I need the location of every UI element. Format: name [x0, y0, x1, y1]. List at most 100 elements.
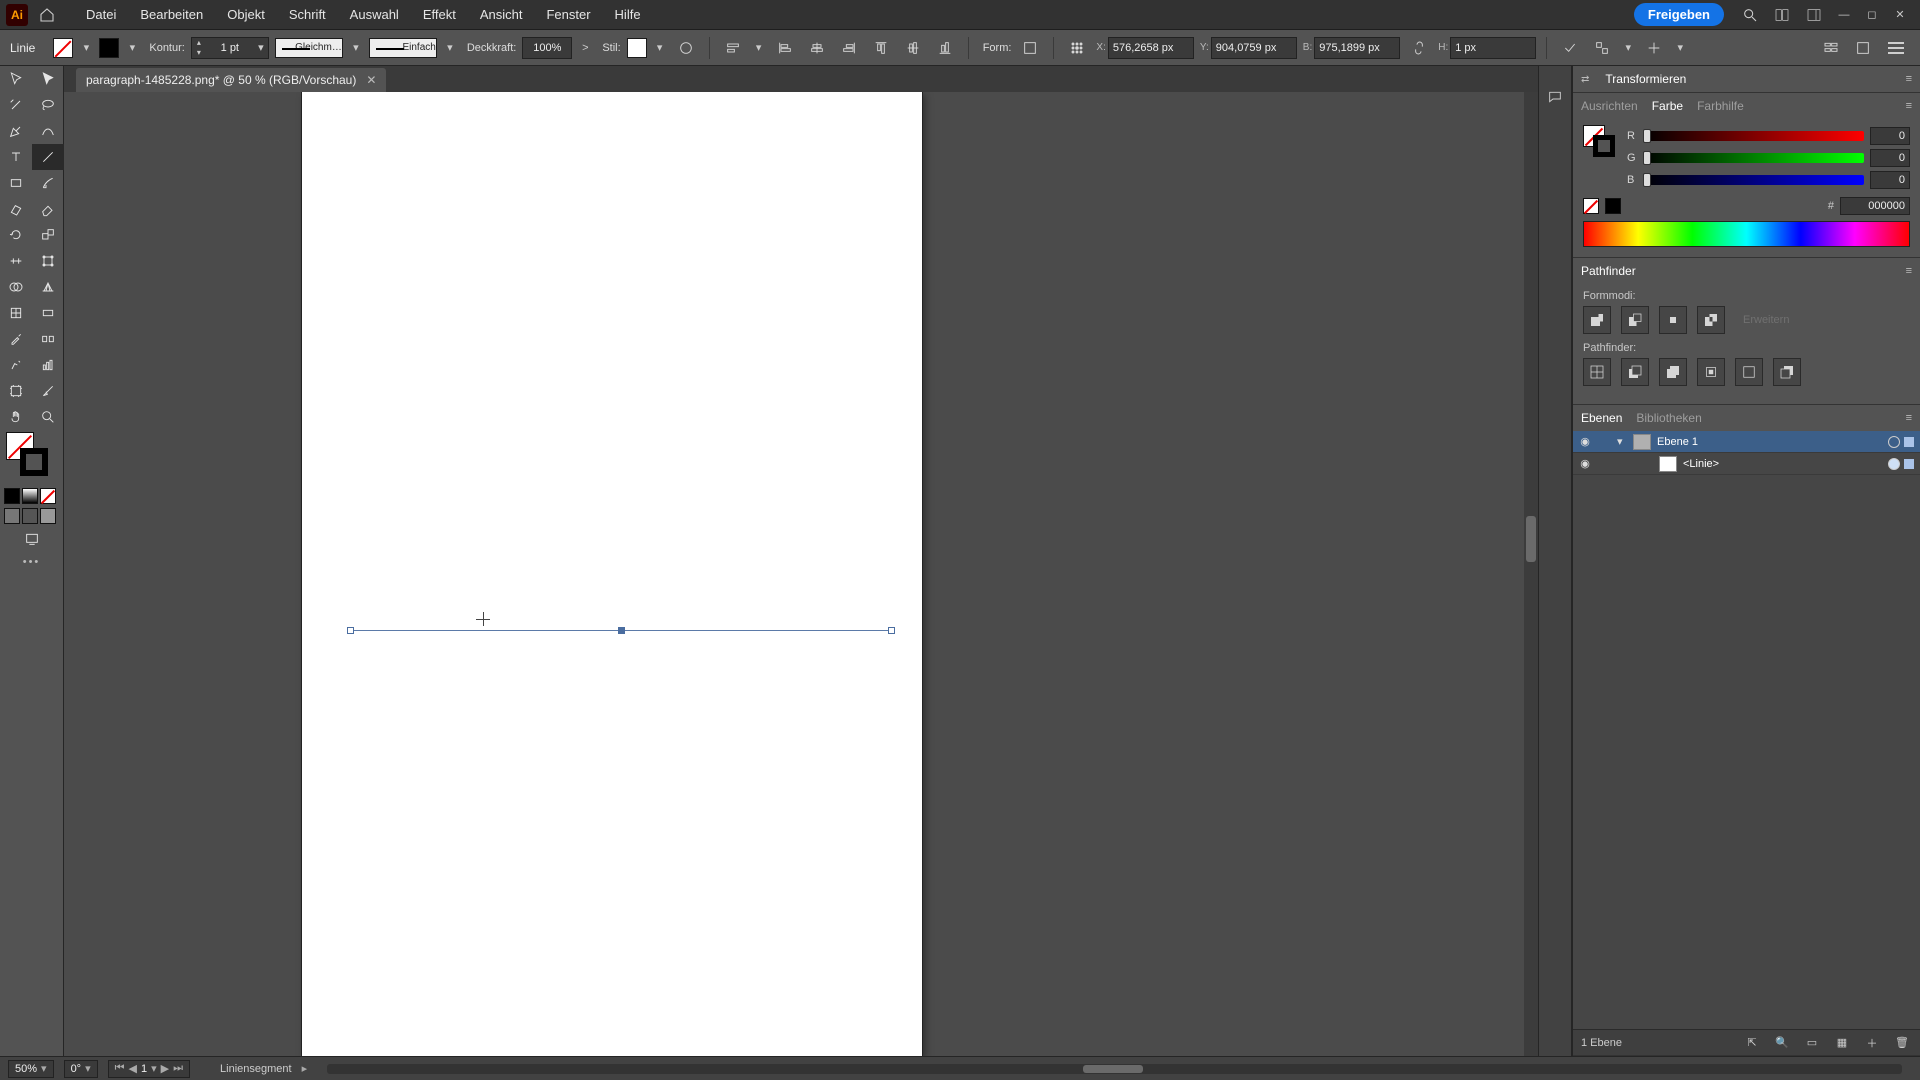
hand-tool[interactable]: [0, 404, 32, 430]
window-minimize-icon[interactable]: ―: [1830, 0, 1858, 29]
b-slider-knob[interactable]: [1643, 173, 1651, 187]
align-panel-icon[interactable]: [720, 35, 746, 61]
rotate-tool[interactable]: [0, 222, 32, 248]
color-mode-color[interactable]: [4, 488, 20, 504]
rotate-view-field[interactable]: 0°▾: [64, 1060, 98, 1078]
symbol-sprayer-tool[interactable]: [0, 352, 32, 378]
type-tool[interactable]: [0, 144, 32, 170]
menu-objekt[interactable]: Objekt: [215, 0, 277, 29]
lasso-tool[interactable]: [32, 92, 64, 118]
recolor-artwork-icon[interactable]: [673, 35, 699, 61]
comments-panel-icon[interactable]: [1542, 84, 1568, 110]
controlbar-menu-icon[interactable]: [1882, 36, 1910, 60]
menu-schrift[interactable]: Schrift: [277, 0, 338, 29]
color-none-swatch[interactable]: [1583, 198, 1599, 214]
link-wh-icon[interactable]: [1406, 35, 1432, 61]
fill-dropdown[interactable]: ▾: [79, 38, 93, 58]
pf-divide-button[interactable]: [1583, 358, 1611, 386]
document-tab-close-icon[interactable]: ✕: [366, 73, 376, 87]
column-graph-tool[interactable]: [32, 352, 64, 378]
layer-row-ebene-1[interactable]: ◉ ▾ Ebene 1: [1573, 431, 1920, 453]
blend-tool[interactable]: [32, 326, 64, 352]
edit-similar-icon[interactable]: [1589, 35, 1615, 61]
opacity-dropdown[interactable]: >: [578, 38, 592, 58]
x-input[interactable]: [1108, 37, 1194, 59]
object-visibility-toggle[interactable]: ◉: [1573, 457, 1597, 470]
width-tool[interactable]: [0, 248, 32, 274]
stroke-weight-dropdown[interactable]: ▾: [254, 38, 268, 58]
stroke-indicator[interactable]: [20, 448, 48, 476]
menu-effekt[interactable]: Effekt: [411, 0, 468, 29]
transform-panel-menu-icon[interactable]: ≡: [1906, 73, 1912, 85]
colorguide-tab[interactable]: Farbhilfe: [1697, 99, 1744, 113]
stroke-dropdown[interactable]: ▾: [125, 38, 139, 58]
arrange-icon[interactable]: [1850, 35, 1876, 61]
g-value-input[interactable]: [1870, 149, 1910, 167]
pf-unite-button[interactable]: [1583, 306, 1611, 334]
eraser-tool[interactable]: [32, 196, 64, 222]
stroke-weight-field[interactable]: ▴▾ ▾: [191, 37, 269, 59]
shaper-tool[interactable]: [0, 196, 32, 222]
align-left-icon[interactable]: [772, 35, 798, 61]
layer-name[interactable]: Ebene 1: [1657, 436, 1888, 448]
shape-builder-tool[interactable]: [0, 274, 32, 300]
align-top-icon[interactable]: [868, 35, 894, 61]
layers-locate-icon[interactable]: 🔍: [1772, 1033, 1792, 1053]
fill-swatch[interactable]: [53, 38, 73, 58]
variable-width-profile-dropdown[interactable]: ▾: [349, 38, 363, 58]
graphic-style-dropdown[interactable]: ▾: [653, 38, 667, 58]
perspective-grid-tool[interactable]: [32, 274, 64, 300]
opacity-input[interactable]: [523, 42, 571, 54]
pf-intersect-button[interactable]: [1659, 306, 1687, 334]
align-bottom-icon[interactable]: [932, 35, 958, 61]
stroke-weight-up[interactable]: ▴: [192, 38, 206, 48]
color-mode-none[interactable]: [40, 488, 56, 504]
align-panel-dropdown[interactable]: ▾: [752, 38, 766, 58]
color-mode-gradient[interactable]: [22, 488, 38, 504]
essentials-icon[interactable]: [1818, 35, 1844, 61]
pf-minus-front-button[interactable]: [1621, 306, 1649, 334]
screen-mode-button[interactable]: [4, 528, 59, 550]
transform-panel-icon[interactable]: [1641, 35, 1667, 61]
menu-datei[interactable]: Datei: [74, 0, 128, 29]
selection-handle-right[interactable]: [888, 627, 895, 634]
menu-hilfe[interactable]: Hilfe: [603, 0, 653, 29]
artboard-last-icon[interactable]: ⏭: [173, 1062, 183, 1075]
arrange-documents-icon[interactable]: [1769, 2, 1795, 28]
selection-handle-left[interactable]: [347, 627, 354, 634]
color-spectrum[interactable]: [1583, 221, 1910, 247]
variable-width-profile[interactable]: Gleichm…: [275, 38, 343, 58]
r-slider[interactable]: [1643, 131, 1864, 141]
graphic-style-swatch[interactable]: [627, 38, 647, 58]
layers-panel-menu-icon[interactable]: ≡: [1906, 412, 1912, 424]
canvas[interactable]: [64, 92, 1538, 1056]
pf-crop-button[interactable]: [1697, 358, 1725, 386]
pf-exclude-button[interactable]: [1697, 306, 1725, 334]
horizontal-scrollbar[interactable]: [327, 1064, 1902, 1074]
menu-auswahl[interactable]: Auswahl: [338, 0, 411, 29]
menu-fenster[interactable]: Fenster: [534, 0, 602, 29]
menu-ansicht[interactable]: Ansicht: [468, 0, 535, 29]
color-fill-stroke-indicator[interactable]: [1583, 125, 1617, 159]
horizontal-scrollbar-thumb[interactable]: [1083, 1065, 1143, 1073]
magic-wand-tool[interactable]: [0, 92, 32, 118]
layers-export-icon[interactable]: ⇱: [1742, 1033, 1762, 1053]
free-transform-tool[interactable]: [32, 248, 64, 274]
layers-new-sublayer-icon[interactable]: ▦: [1832, 1033, 1852, 1053]
align-tab[interactable]: Ausrichten: [1581, 99, 1638, 113]
hex-input[interactable]: [1840, 197, 1910, 215]
align-hcenter-icon[interactable]: [804, 35, 830, 61]
fill-stroke-indicator[interactable]: [0, 430, 63, 486]
transform-reference-point-icon[interactable]: [1064, 35, 1090, 61]
r-value-input[interactable]: [1870, 127, 1910, 145]
r-slider-knob[interactable]: [1643, 129, 1651, 143]
artboard-first-icon[interactable]: ⏮: [115, 1062, 125, 1075]
g-slider-knob[interactable]: [1643, 151, 1651, 165]
selected-line-object[interactable]: [350, 630, 892, 631]
isolate-selection-icon[interactable]: [1557, 35, 1583, 61]
zoom-field[interactable]: 50%▾: [8, 1060, 54, 1078]
home-button[interactable]: [34, 4, 60, 26]
eyedropper-tool[interactable]: [0, 326, 32, 352]
layers-new-layer-icon[interactable]: ＋: [1862, 1033, 1882, 1053]
layers-delete-icon[interactable]: 🗑: [1892, 1033, 1912, 1053]
